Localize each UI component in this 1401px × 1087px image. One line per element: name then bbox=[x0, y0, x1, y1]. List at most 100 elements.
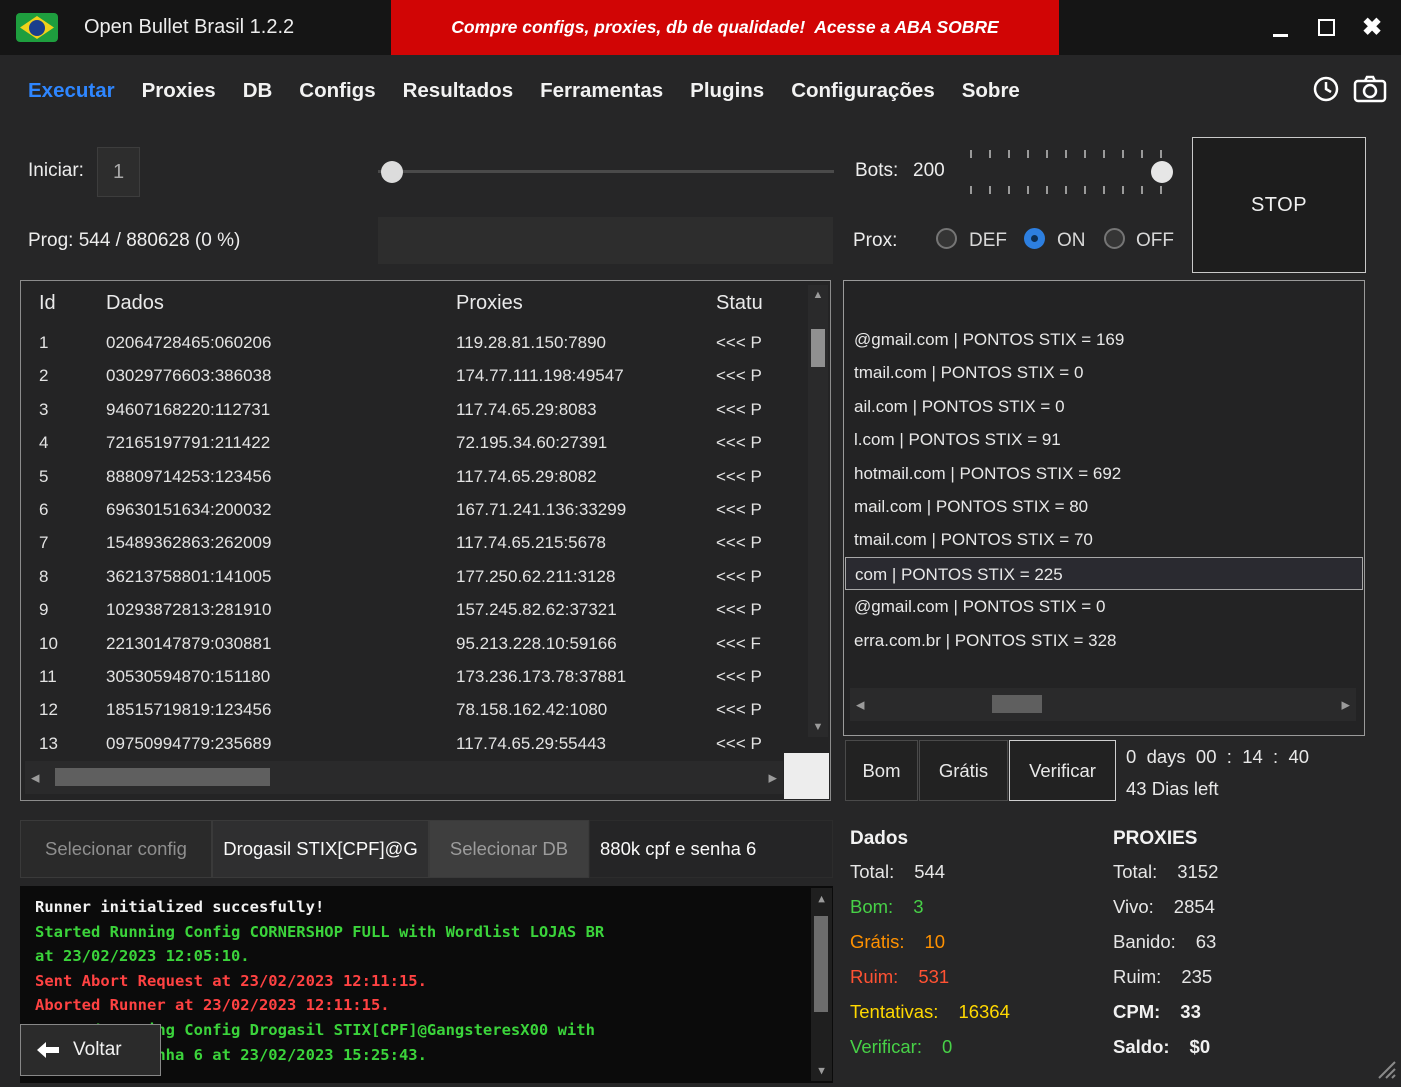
cell-proxy: 173.236.173.78:37881 bbox=[456, 660, 626, 693]
col-header-proxies[interactable]: Proxies bbox=[456, 281, 523, 326]
scroll-left-icon[interactable]: ◀ bbox=[31, 771, 39, 784]
bom-button[interactable]: Bom bbox=[845, 740, 918, 801]
hit-item[interactable]: l.com | PONTOS STIX = 91 bbox=[845, 423, 1363, 456]
back-arrow-icon bbox=[35, 1040, 61, 1060]
nav-tab[interactable]: Resultados bbox=[403, 79, 514, 103]
table-row[interactable]: 4 72165197791:211422 72.195.34.60:27391 … bbox=[21, 426, 808, 459]
scroll-down-icon[interactable]: ▼ bbox=[808, 721, 828, 733]
screenshot-camera-icon[interactable] bbox=[1353, 74, 1387, 104]
hit-item[interactable]: tmail.com | PONTOS STIX = 70 bbox=[845, 523, 1363, 556]
history-clock-icon[interactable] bbox=[1311, 74, 1341, 104]
nav-tab[interactable]: Sobre bbox=[962, 79, 1020, 103]
prox-on-label[interactable]: ON bbox=[1057, 230, 1086, 252]
cell-dados: 88809714253:123456 bbox=[106, 460, 271, 493]
nav-tab[interactable]: Configurações bbox=[791, 79, 935, 103]
col-header-id[interactable]: Id bbox=[39, 281, 56, 326]
minimize-button[interactable] bbox=[1257, 0, 1303, 55]
prox-off-radio[interactable] bbox=[1104, 228, 1125, 249]
stat-value: 63 bbox=[1196, 924, 1217, 959]
col-header-status[interactable]: Statu bbox=[716, 281, 763, 326]
prox-off-label[interactable]: OFF bbox=[1136, 230, 1174, 252]
col-header-dados[interactable]: Dados bbox=[106, 281, 164, 326]
log-vertical-scrollbar[interactable]: ▲ ▼ bbox=[811, 888, 832, 1081]
hit-item[interactable]: hotmail.com | PONTOS STIX = 692 bbox=[845, 457, 1363, 490]
scroll-down-icon[interactable]: ▼ bbox=[811, 1064, 832, 1077]
iniciar-input[interactable]: 1 bbox=[97, 147, 140, 197]
table-row[interactable]: 2 03029776603:386038 174.77.111.198:4954… bbox=[21, 359, 808, 392]
proxies-stats: PROXIES Total: 3152 Vivo: 2854 Banido: 6… bbox=[1113, 824, 1218, 1064]
table-row[interactable]: 13 09750994779:235689 117.74.65.29:55443… bbox=[21, 727, 808, 760]
promo-banner[interactable]: Compre configs, proxies, db de qualidade… bbox=[391, 0, 1059, 55]
prox-def-radio[interactable] bbox=[936, 228, 957, 249]
stat-row: Banido: 63 bbox=[1113, 924, 1218, 959]
table-row[interactable]: 7 15489362863:262009 117.74.65.215:5678 … bbox=[21, 526, 808, 559]
main-nav: Executar Proxies DB Configs Resultados F… bbox=[28, 66, 1020, 116]
log-line: Runner initialized succesfully! bbox=[35, 895, 833, 920]
table-row[interactable]: 3 94607168220:112731 117.74.65.29:8083 <… bbox=[21, 393, 808, 426]
table-row[interactable]: 6 69630151634:200032 167.71.241.136:3329… bbox=[21, 493, 808, 526]
table-row[interactable]: 8 36213758801:141005 177.250.62.211:3128… bbox=[21, 560, 808, 593]
stat-label: Vivo: bbox=[1113, 889, 1154, 924]
table-row[interactable]: 12 18515719819:123456 78.158.162.42:1080… bbox=[21, 693, 808, 726]
close-button[interactable]: ✖ bbox=[1349, 0, 1395, 55]
grid-vertical-scrollbar[interactable]: ▲ ▼ bbox=[808, 285, 828, 737]
app-window: Open Bullet Brasil 1.2.2 Compre configs,… bbox=[0, 0, 1401, 1087]
voltar-button[interactable]: Voltar bbox=[20, 1024, 161, 1076]
table-row[interactable]: 11 30530594870:151180 173.236.173.78:378… bbox=[21, 660, 808, 693]
bots-slider[interactable] bbox=[966, 150, 1181, 194]
maximize-button[interactable] bbox=[1303, 0, 1349, 55]
cell-id: 12 bbox=[39, 693, 58, 726]
scroll-right-icon[interactable]: ▶ bbox=[769, 771, 777, 784]
wordlist-position-slider[interactable] bbox=[378, 160, 834, 184]
grid-vscroll-thumb[interactable] bbox=[811, 329, 825, 367]
scroll-up-icon[interactable]: ▲ bbox=[811, 892, 832, 905]
scroll-left-icon[interactable]: ◀ bbox=[856, 698, 864, 711]
nav-tab[interactable]: Executar bbox=[28, 79, 115, 103]
slider-track bbox=[378, 170, 834, 173]
current-wordlist-name[interactable]: 880k cpf e senha 6 bbox=[589, 820, 833, 878]
elapsed-timer: 0 days 00 : 14 : 40 bbox=[1126, 741, 1309, 773]
scroll-up-icon[interactable]: ▲ bbox=[808, 289, 828, 301]
nav-tab[interactable]: DB bbox=[243, 79, 273, 103]
table-row[interactable]: 9 10293872813:281910 157.245.82.62:37321… bbox=[21, 593, 808, 626]
cell-proxy: 72.195.34.60:27391 bbox=[456, 426, 607, 459]
hit-item[interactable]: erra.com.br | PONTOS STIX = 328 bbox=[845, 624, 1363, 657]
proxies-stats-rows: Total: 3152 Vivo: 2854 Banido: 63 Ruim: … bbox=[1113, 854, 1218, 1064]
select-config-button[interactable]: Selecionar config bbox=[20, 820, 212, 878]
hit-item[interactable]: @gmail.com | PONTOS STIX = 0 bbox=[845, 590, 1363, 623]
cell-id: 2 bbox=[39, 359, 48, 392]
nav-tab[interactable]: Ferramentas bbox=[540, 79, 663, 103]
log-vscroll-thumb[interactable] bbox=[814, 916, 828, 1012]
hits-hscroll-thumb[interactable] bbox=[992, 695, 1042, 713]
hit-item[interactable]: mail.com | PONTOS STIX = 80 bbox=[845, 490, 1363, 523]
nav-icons bbox=[1311, 74, 1387, 104]
current-config-name[interactable]: Drogasil STIX[CPF]@G bbox=[212, 820, 429, 878]
grid-hscroll-thumb[interactable] bbox=[55, 768, 270, 786]
prox-def-label[interactable]: DEF bbox=[969, 230, 1007, 252]
bots-slider-thumb[interactable] bbox=[1151, 161, 1173, 183]
table-row[interactable]: 1 02064728465:060206 119.28.81.150:7890 … bbox=[21, 326, 808, 359]
grid-horizontal-scrollbar[interactable]: ◀ ▶ bbox=[25, 761, 783, 794]
verificar-button[interactable]: Verificar bbox=[1009, 740, 1116, 801]
hit-item[interactable]: tmail.com | PONTOS STIX = 0 bbox=[845, 356, 1363, 389]
stat-row: Total: 544 bbox=[850, 854, 1010, 889]
table-row[interactable]: 10 22130147879:030881 95.213.228.10:5916… bbox=[21, 627, 808, 660]
table-row[interactable]: 5 88809714253:123456 117.74.65.29:8082 <… bbox=[21, 460, 808, 493]
slider-thumb[interactable] bbox=[381, 161, 403, 183]
hit-item[interactable]: @gmail.com | PONTOS STIX = 169 bbox=[845, 323, 1363, 356]
stop-button[interactable]: STOP bbox=[1192, 137, 1366, 273]
gratis-button[interactable]: Grátis bbox=[919, 740, 1008, 801]
nav-tab[interactable]: Plugins bbox=[690, 79, 764, 103]
hit-item[interactable]: com | PONTOS STIX = 225 bbox=[845, 557, 1363, 590]
cell-proxy: 174.77.111.198:49547 bbox=[456, 359, 624, 392]
nav-tab[interactable]: Proxies bbox=[142, 79, 216, 103]
prox-on-radio[interactable] bbox=[1024, 228, 1045, 249]
nav-tab[interactable]: Configs bbox=[299, 79, 375, 103]
select-db-button[interactable]: Selecionar DB bbox=[429, 820, 589, 878]
window-resize-grip[interactable] bbox=[1375, 1058, 1397, 1085]
hits-horizontal-scrollbar[interactable]: ◀ ▶ bbox=[850, 688, 1356, 721]
hit-item[interactable]: ail.com | PONTOS STIX = 0 bbox=[845, 390, 1363, 423]
cell-status: <<< P bbox=[716, 526, 762, 559]
window-controls: ✖ bbox=[1257, 0, 1395, 55]
scroll-right-icon[interactable]: ▶ bbox=[1342, 698, 1350, 711]
